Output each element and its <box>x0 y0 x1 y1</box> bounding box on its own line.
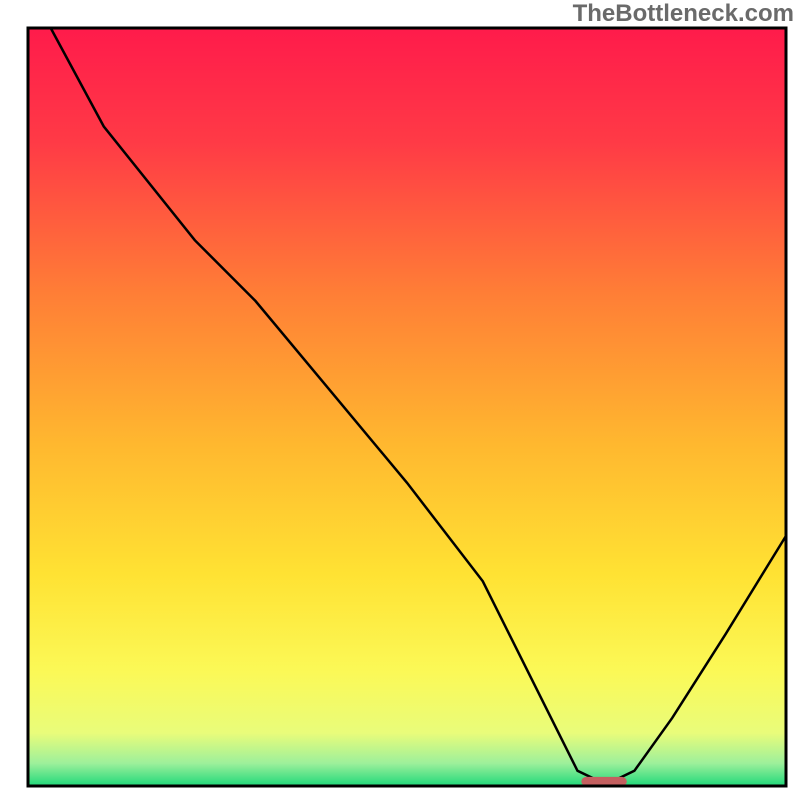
chart-background <box>28 28 786 786</box>
bottleneck-chart <box>0 0 800 800</box>
